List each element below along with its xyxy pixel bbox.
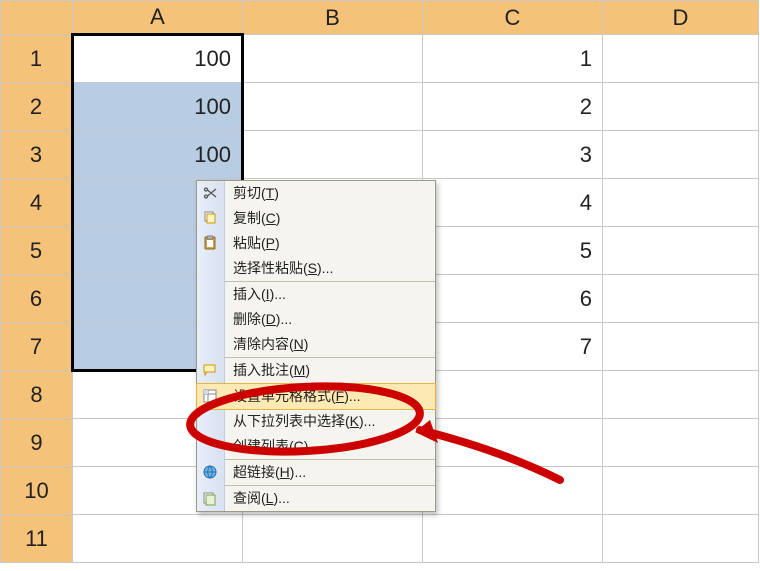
row-header-10[interactable]: 10	[1, 467, 73, 515]
cell-A11[interactable]	[73, 515, 243, 563]
cell-A3[interactable]: 100	[73, 131, 243, 179]
menu-item-pick_list[interactable]: 从下拉列表中选择(K)...	[197, 409, 435, 434]
menu-item-mnemonic: (K)...	[345, 413, 375, 429]
col-header-A[interactable]: A	[73, 1, 243, 35]
row-header-9[interactable]: 9	[1, 419, 73, 467]
menu-item-mnemonic: (F)...	[331, 388, 361, 404]
row-header-11[interactable]: 11	[1, 515, 73, 563]
menu-item-label: 创建列表	[233, 438, 289, 454]
menu-item-label: 设置单元格格式	[233, 388, 331, 404]
cell-C1[interactable]: 1	[423, 35, 603, 83]
menu-item-copy[interactable]: 复制(C)	[197, 206, 435, 231]
menu-item-mnemonic: (P)	[261, 235, 280, 251]
menu-item-label: 粘贴	[233, 235, 261, 251]
menu-item-label: 清除内容	[233, 336, 289, 352]
cell-D8[interactable]	[603, 371, 759, 419]
lookup-icon	[201, 489, 219, 507]
menu-item-mnemonic: (S)...	[303, 260, 333, 276]
col-header-D[interactable]: D	[603, 1, 759, 35]
col-header-B[interactable]: B	[243, 1, 423, 35]
cell-B1[interactable]	[243, 35, 423, 83]
row-header-5[interactable]: 5	[1, 227, 73, 275]
menu-item-label: 超链接	[233, 464, 275, 480]
cell-C4[interactable]: 4	[423, 179, 603, 227]
menu-item-ins_cmt[interactable]: 插入批注(M)	[197, 358, 435, 383]
cell-D6[interactable]	[603, 275, 759, 323]
menu-item-mnemonic: (H)...	[275, 464, 306, 480]
menu-item-label: 从下拉列表中选择	[233, 413, 345, 429]
menu-item-mnemonic: (T)	[261, 185, 279, 201]
cell-D10[interactable]	[603, 467, 759, 515]
row-header-8[interactable]: 8	[1, 371, 73, 419]
format-icon	[201, 387, 219, 405]
copy-icon	[201, 209, 219, 227]
menu-item-label: 删除	[233, 311, 261, 327]
cell-D1[interactable]	[603, 35, 759, 83]
row-header-1[interactable]: 1	[1, 35, 73, 83]
scissors-icon	[201, 184, 219, 202]
comment-icon	[201, 361, 219, 379]
cell-A1[interactable]: 100	[73, 35, 243, 83]
cell-C5[interactable]: 5	[423, 227, 603, 275]
menu-item-mnemonic: (I)...	[261, 286, 286, 302]
cell-D2[interactable]	[603, 83, 759, 131]
cell-A2[interactable]: 100	[73, 83, 243, 131]
menu-item-delete[interactable]: 删除(D)...	[197, 307, 435, 332]
menu-item-paste_s[interactable]: 选择性粘贴(S)...	[197, 256, 435, 281]
select-all-corner[interactable]	[1, 1, 73, 35]
cell-D9[interactable]	[603, 419, 759, 467]
menu-item-mnemonic: (L)...	[261, 490, 290, 506]
menu-item-mnemonic: (C)	[261, 210, 280, 226]
cell-C2[interactable]: 2	[423, 83, 603, 131]
row-header-3[interactable]: 3	[1, 131, 73, 179]
cell-D7[interactable]	[603, 323, 759, 371]
cell-D3[interactable]	[603, 131, 759, 179]
menu-item-mnemonic: (C)...	[289, 438, 320, 454]
cell-C10[interactable]	[423, 467, 603, 515]
menu-item-label: 复制	[233, 210, 261, 226]
context-menu: 剪切(T)复制(C)粘贴(P)选择性粘贴(S)...插入(I)...删除(D).…	[196, 180, 436, 512]
menu-item-label: 插入批注	[233, 362, 289, 378]
menu-item-label: 剪切	[233, 185, 261, 201]
cell-C6[interactable]: 6	[423, 275, 603, 323]
cell-D4[interactable]	[603, 179, 759, 227]
menu-item-hyperlink[interactable]: 超链接(H)...	[197, 460, 435, 485]
menu-item-cut[interactable]: 剪切(T)	[197, 181, 435, 206]
menu-item-label: 插入	[233, 286, 261, 302]
menu-item-label: 查阅	[233, 490, 261, 506]
menu-item-mnemonic: (N)	[289, 336, 308, 352]
cell-C8[interactable]	[423, 371, 603, 419]
row-header-6[interactable]: 6	[1, 275, 73, 323]
menu-item-lookup[interactable]: 查阅(L)...	[197, 486, 435, 511]
cell-C9[interactable]	[423, 419, 603, 467]
cell-C3[interactable]: 3	[423, 131, 603, 179]
row-header-7[interactable]: 7	[1, 323, 73, 371]
cell-D5[interactable]	[603, 227, 759, 275]
menu-item-mnemonic: (M)	[289, 362, 310, 378]
col-header-C[interactable]: C	[423, 1, 603, 35]
menu-item-clear[interactable]: 清除内容(N)	[197, 332, 435, 357]
clipboard-icon	[201, 234, 219, 252]
menu-item-paste[interactable]: 粘贴(P)	[197, 231, 435, 256]
row-header-4[interactable]: 4	[1, 179, 73, 227]
cell-B11[interactable]	[243, 515, 423, 563]
menu-item-mnemonic: (D)...	[261, 311, 292, 327]
row-header-2[interactable]: 2	[1, 83, 73, 131]
cell-C11[interactable]	[423, 515, 603, 563]
hyperlink-icon	[201, 463, 219, 481]
menu-item-insert[interactable]: 插入(I)...	[197, 282, 435, 307]
cell-D11[interactable]	[603, 515, 759, 563]
cell-B2[interactable]	[243, 83, 423, 131]
cell-C7[interactable]: 7	[423, 323, 603, 371]
cell-B3[interactable]	[243, 131, 423, 179]
menu-item-label: 选择性粘贴	[233, 260, 303, 276]
menu-item-fmt_cells[interactable]: 设置单元格格式(F)...	[197, 384, 435, 409]
menu-item-create_list[interactable]: 创建列表(C)...	[197, 434, 435, 459]
